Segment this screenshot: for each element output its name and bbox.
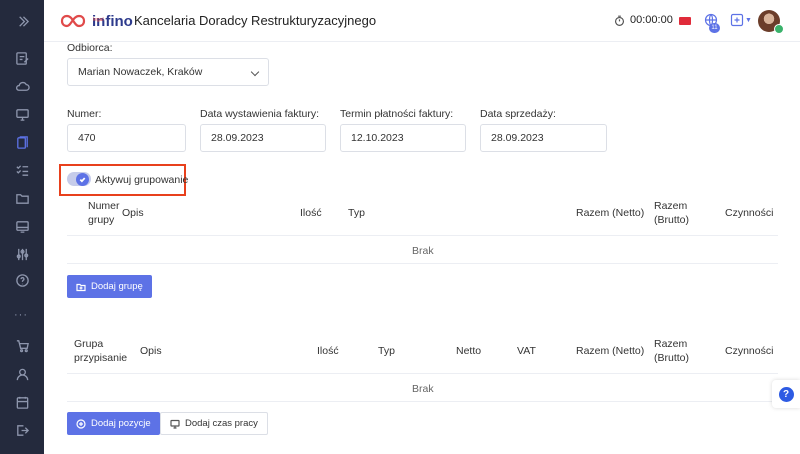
issue-date-value: 28.09.2023 bbox=[211, 132, 264, 144]
add-work-time-button[interactable]: Dodaj czas pracy bbox=[160, 412, 268, 435]
number-value: 470 bbox=[78, 132, 96, 144]
items-empty-text: Brak bbox=[412, 383, 434, 395]
add-item-label: Dodaj pozycje bbox=[91, 418, 151, 429]
col-description: Opis bbox=[140, 345, 162, 357]
edit-document-icon[interactable] bbox=[14, 50, 30, 66]
monitor-icon[interactable] bbox=[14, 106, 30, 122]
col-type: Typ bbox=[378, 345, 395, 357]
col-description: Opis bbox=[122, 207, 144, 219]
quick-add-menu[interactable]: ▼ bbox=[730, 13, 752, 27]
work-timer[interactable]: 00:00:00 bbox=[614, 14, 673, 26]
table-divider bbox=[67, 373, 778, 374]
col-actions: Czynności bbox=[725, 345, 774, 357]
add-group-button[interactable]: Dodaj grupę bbox=[67, 275, 152, 298]
question-icon: ? bbox=[778, 386, 794, 402]
add-square-icon bbox=[730, 13, 744, 27]
table-divider bbox=[67, 263, 778, 264]
col-total-gross-line1: Razem bbox=[654, 200, 688, 212]
more-dots-icon[interactable]: ··· bbox=[14, 309, 28, 321]
due-date-label: Termin płatności faktury: bbox=[340, 108, 454, 120]
col-group-line2: przypisanie bbox=[74, 352, 128, 364]
col-net: Netto bbox=[456, 345, 482, 357]
app-title: Kancelaria Doradcy Restrukturyzacyjnego bbox=[134, 13, 377, 28]
recipient-select[interactable]: Marian Nowaczek, Kraków bbox=[67, 58, 269, 86]
groups-empty-text: Brak bbox=[412, 245, 434, 257]
col-group-number-line2: grupy bbox=[88, 214, 115, 226]
issue-date-label: Data wystawienia faktury: bbox=[200, 108, 320, 120]
col-type: Typ bbox=[348, 207, 365, 219]
screen-icon[interactable] bbox=[14, 218, 30, 234]
cloud-icon[interactable] bbox=[14, 78, 30, 94]
number-label: Numer: bbox=[67, 108, 102, 120]
logo-mark-icon bbox=[60, 14, 86, 28]
col-total-gross-line2: (Brutto) bbox=[654, 214, 690, 226]
col-quantity: Ilość bbox=[300, 207, 322, 219]
invoices-icon[interactable] bbox=[14, 134, 30, 150]
recipient-value: Marian Nowaczek, Kraków bbox=[78, 66, 203, 78]
sale-date-value: 28.09.2023 bbox=[491, 132, 544, 144]
help-circle-icon[interactable] bbox=[14, 272, 30, 288]
sale-date-field[interactable]: 28.09.2023 bbox=[480, 124, 607, 152]
sliders-icon[interactable] bbox=[14, 246, 30, 262]
stopwatch-icon bbox=[614, 15, 625, 26]
issue-date-field[interactable]: 28.09.2023 bbox=[200, 124, 326, 152]
toggle-check-icon[interactable] bbox=[76, 173, 89, 186]
add-work-time-label: Dodaj czas pracy bbox=[185, 418, 258, 429]
table-divider bbox=[67, 235, 778, 236]
col-total-net: Razem (Netto) bbox=[576, 207, 645, 219]
folder-icon[interactable] bbox=[14, 190, 30, 206]
sidebar: ··· bbox=[0, 0, 44, 454]
table-divider bbox=[67, 401, 778, 402]
grouping-label: Aktywuj grupowanie bbox=[95, 174, 189, 186]
checklist-icon[interactable] bbox=[14, 162, 30, 178]
plus-circle-icon bbox=[76, 418, 86, 429]
due-date-value: 12.10.2023 bbox=[351, 132, 404, 144]
col-total-net: Razem (Netto) bbox=[576, 345, 645, 357]
col-group-number-line1: Numer bbox=[88, 200, 120, 212]
chevron-down-icon: ▼ bbox=[745, 16, 752, 24]
expand-sidebar-icon[interactable] bbox=[14, 13, 30, 29]
col-quantity: Ilość bbox=[317, 345, 339, 357]
logout-icon[interactable] bbox=[14, 422, 30, 438]
language-flag-icon[interactable] bbox=[679, 17, 691, 25]
user-icon[interactable] bbox=[14, 366, 30, 382]
cart-icon[interactable] bbox=[14, 337, 30, 353]
logo-subtext: legal bbox=[93, 17, 104, 23]
col-group-line1: Grupa bbox=[74, 338, 104, 350]
notification-count-badge: 11 bbox=[709, 23, 720, 33]
col-vat: VAT bbox=[517, 345, 536, 357]
help-button[interactable]: ? bbox=[772, 380, 800, 408]
add-group-label: Dodaj grupę bbox=[91, 281, 143, 292]
recipient-label: Odbiorca: bbox=[67, 42, 113, 54]
folder-add-icon bbox=[76, 283, 86, 291]
top-header: infino legal Kancelaria Doradcy Restrukt… bbox=[44, 0, 800, 42]
timer-value: 00:00:00 bbox=[630, 14, 673, 26]
add-item-button[interactable]: Dodaj pozycje bbox=[67, 412, 160, 435]
calendar-icon[interactable] bbox=[14, 394, 30, 410]
screen-clock-icon bbox=[170, 419, 180, 429]
due-date-field[interactable]: 12.10.2023 bbox=[340, 124, 466, 152]
col-total-gross-line2: (Brutto) bbox=[654, 352, 690, 364]
col-total-gross-line1: Razem bbox=[654, 338, 688, 350]
chevron-down-icon bbox=[250, 67, 260, 77]
col-actions: Czynności bbox=[725, 207, 774, 219]
number-field[interactable]: 470 bbox=[67, 124, 186, 152]
avatar-status-badge bbox=[774, 24, 784, 34]
sale-date-label: Data sprzedaży: bbox=[480, 108, 556, 120]
